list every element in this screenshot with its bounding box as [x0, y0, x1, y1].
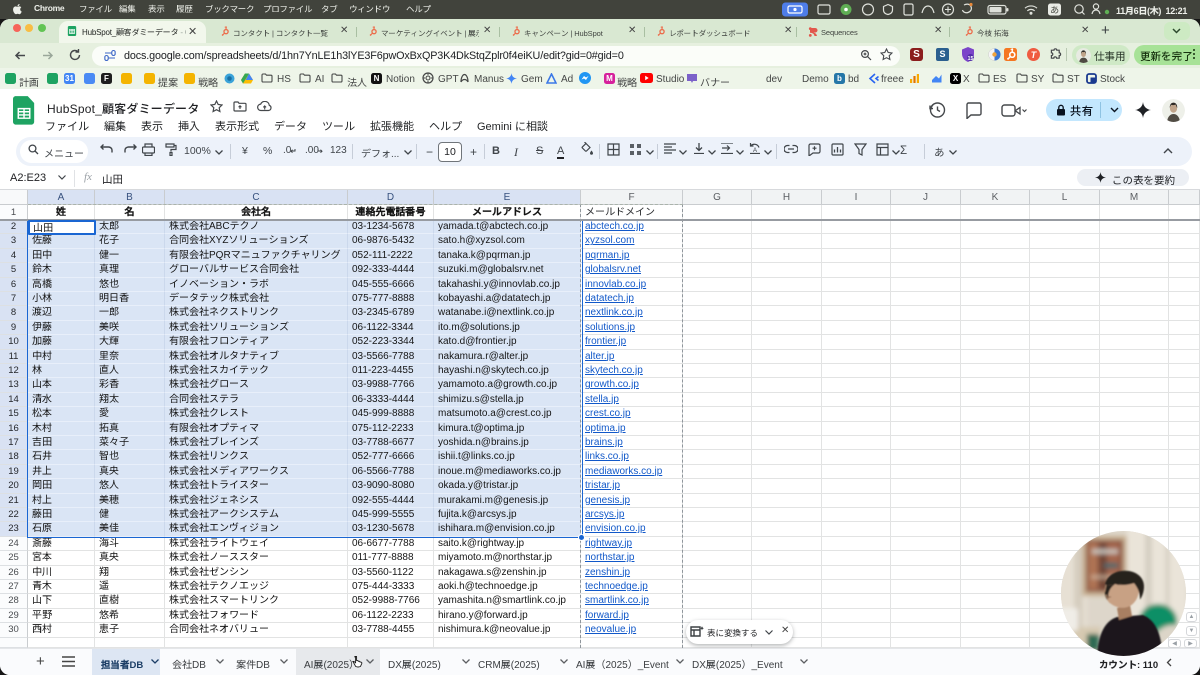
svg-text:A: A: [753, 148, 757, 154]
svg-text:15: 15: [967, 56, 973, 62]
svg-text:あ: あ: [1050, 3, 1059, 16]
